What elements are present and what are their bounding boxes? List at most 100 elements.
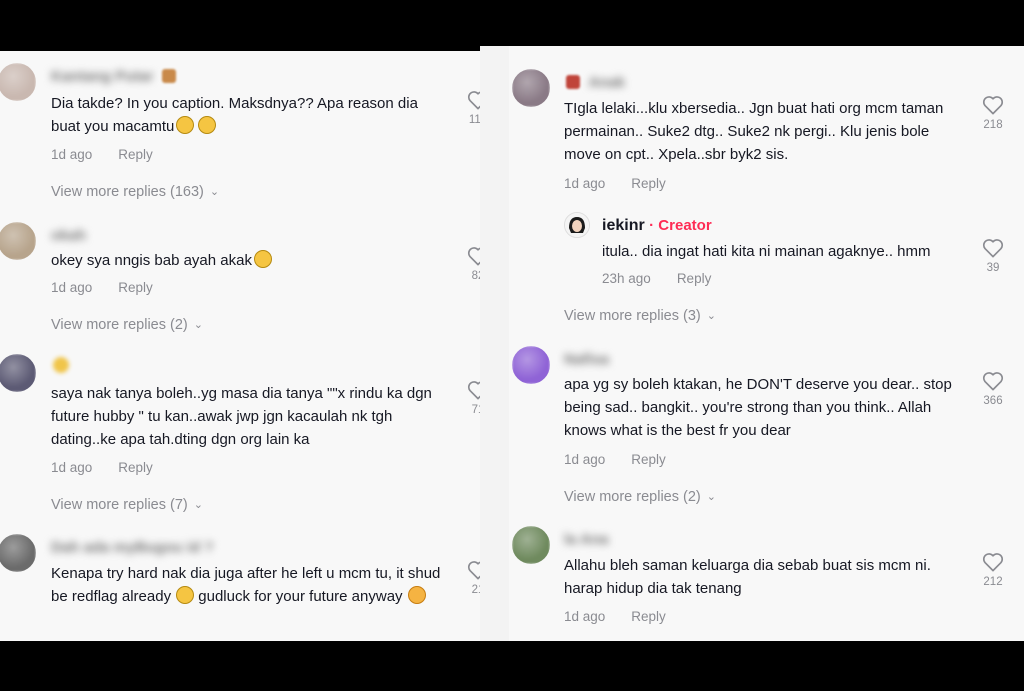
heart-icon (982, 553, 1004, 572)
comment-meta: 1d ago Reply (564, 452, 666, 467)
comment-date: 1d ago (564, 176, 606, 191)
view-more-replies-button[interactable]: View more replies (3) ⌄ (564, 308, 716, 324)
avatar[interactable] (512, 526, 550, 564)
avatar[interactable] (512, 346, 550, 384)
comment-text-body: apa yg sy boleh ktakan, he DON'T deserve… (564, 376, 952, 439)
reply-text-body: itula.. dia ingat hati kita ni mainan ag… (602, 243, 931, 260)
avatar-image (0, 534, 36, 572)
comment-text: Dia takde? In you caption. Maksdnya?? Ap… (51, 92, 446, 138)
like-button[interactable]: 71 (463, 380, 480, 416)
comment-date: 1d ago (564, 452, 606, 467)
comment-date: 1d ago (564, 609, 606, 624)
view-more-label: View more replies (3) (564, 308, 701, 324)
view-more-replies-button[interactable]: View more replies (2) ⌄ (51, 317, 203, 333)
view-more-replies-button[interactable]: View more replies (163) ⌄ (51, 184, 219, 200)
comment-text-body: saya nak tanya boleh..yg masa dia tanya … (51, 385, 432, 448)
like-button[interactable]: 21 (463, 560, 480, 596)
reply-button[interactable]: Reply (118, 280, 153, 295)
view-more-label: View more replies (2) (51, 317, 188, 333)
comment-date: 1d ago (51, 280, 93, 295)
comment-text-body: Allahu bleh saman keluarga dia sebab bua… (564, 557, 931, 597)
creator-badge: · Creator (649, 217, 712, 234)
avatar[interactable] (0, 354, 36, 392)
avatar[interactable] (0, 222, 36, 260)
view-more-label: View more replies (163) (51, 184, 204, 200)
heart-icon (982, 96, 1004, 115)
comment-text-body: Dia takde? In you caption. Maksdnya?? Ap… (51, 95, 418, 135)
like-button[interactable]: 218 (978, 95, 1008, 131)
comment-username[interactable]: Anak (588, 74, 625, 91)
like-button[interactable]: 212 (978, 552, 1008, 588)
comment-text: apa yg sy boleh ktakan, he DON'T deserve… (564, 373, 964, 442)
view-more-label: View more replies (2) (564, 489, 701, 505)
chevron-down-icon: ⌄ (193, 319, 203, 331)
like-button[interactable]: 82 (463, 246, 480, 282)
like-button[interactable]: 39 (978, 238, 1008, 274)
avatar[interactable] (0, 534, 36, 572)
comment-date: 1d ago (51, 147, 93, 162)
comments-panel-left: Kantang Putar Dia takde? In you caption.… (0, 51, 480, 641)
comment-meta: 1d ago Reply (51, 280, 153, 295)
like-button[interactable]: 366 (978, 371, 1008, 407)
like-count: 39 (986, 262, 1000, 274)
comment-username[interactable]: okah (51, 227, 86, 244)
panel-divider (480, 46, 509, 641)
chevron-down-icon: ⌄ (706, 310, 716, 322)
like-button[interactable]: 112 (463, 90, 480, 126)
like-count: 212 (983, 576, 1003, 588)
comment-text: Kenapa try hard nak dia juga after he le… (51, 562, 446, 608)
comment-text-body: TIgla lelaki...klu xbersedia.. Jgn buat … (564, 100, 944, 163)
view-more-replies-button[interactable]: View more replies (7) ⌄ (51, 497, 203, 513)
comment-username[interactable]: Kantang Putar (51, 68, 154, 85)
sad-face-icon (198, 116, 217, 134)
avatar-image (0, 63, 36, 101)
comment-text: saya nak tanya boleh..yg masa dia tanya … (51, 382, 446, 451)
reply-text: itula.. dia ingat hati kita ni mainan ag… (602, 240, 972, 263)
avatar-image (512, 69, 550, 107)
view-more-label: View more replies (7) (51, 497, 188, 513)
like-count: 112 (468, 114, 480, 126)
avatar-image (0, 222, 36, 260)
view-more-replies-button[interactable]: View more replies (2) ⌄ (564, 489, 716, 505)
smiling-hearts-face-icon (407, 586, 426, 604)
crying-face-icon (176, 586, 195, 604)
reply-meta: 23h ago Reply (602, 271, 711, 286)
reply-button[interactable]: Reply (631, 176, 666, 191)
comment-username[interactable]: Dah ada myBugou id ? (51, 539, 214, 556)
like-count: 21 (471, 584, 480, 596)
avatar-image (0, 354, 36, 392)
comment-username[interactable]: Nafisa (564, 351, 609, 368)
comment-meta: 1d ago Reply (564, 176, 666, 191)
avatar-image (512, 346, 550, 384)
name-emoji-icon (161, 69, 176, 83)
comment-meta: 1d ago Reply (51, 460, 153, 475)
comment-text-body: okey sya nngis bab ayah akak (51, 252, 252, 269)
reply-button[interactable]: Reply (631, 609, 666, 624)
comment-text: TIgla lelaki...klu xbersedia.. Jgn buat … (564, 97, 964, 166)
comment-meta: 1d ago Reply (564, 609, 666, 624)
chevron-down-icon: ⌄ (706, 491, 716, 503)
comment-username[interactable]: la Ana (564, 531, 608, 548)
reply-button[interactable]: Reply (631, 452, 666, 467)
comment-date: 1d ago (51, 460, 93, 475)
reply-button[interactable]: Reply (677, 271, 712, 286)
name-emoji-icon (566, 75, 580, 89)
reply-button[interactable]: Reply (118, 460, 153, 475)
comment-text: okey sya nngis bab ayah akak (51, 249, 446, 272)
avatar[interactable] (0, 63, 36, 101)
avatar[interactable] (512, 69, 550, 107)
creator-username[interactable]: iekinr (602, 217, 645, 234)
reply-date: 23h ago (602, 271, 651, 286)
creator-avatar[interactable] (564, 212, 590, 238)
comment-meta: 1d ago Reply (51, 147, 153, 162)
avatar-image (512, 526, 550, 564)
crying-face-icon (253, 250, 272, 268)
heart-icon (467, 561, 480, 580)
chevron-down-icon: ⌄ (209, 186, 220, 198)
comment-text-tail: gudluck for your future anyway (194, 588, 403, 605)
heart-icon (982, 239, 1004, 258)
creator-avatar-image (565, 213, 589, 237)
reply-button[interactable]: Reply (118, 147, 153, 162)
heart-icon (467, 91, 480, 110)
heart-icon (467, 247, 480, 266)
